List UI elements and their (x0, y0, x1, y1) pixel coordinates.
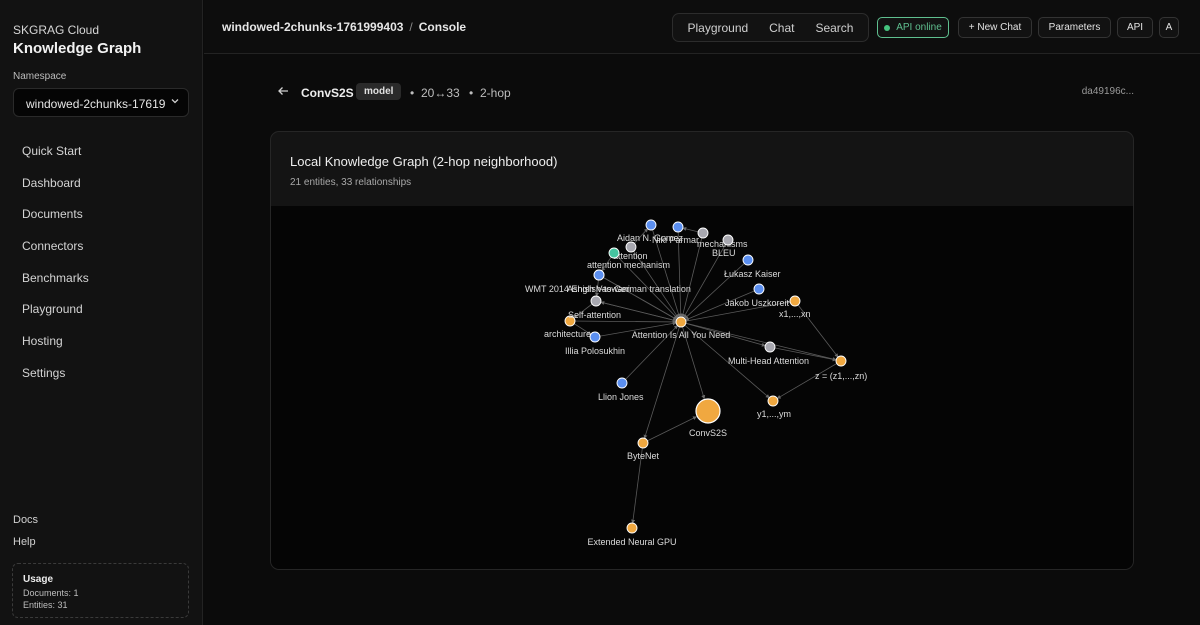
arrow-left-icon[interactable] (276, 84, 290, 98)
entity-counts: 20↔33 (421, 86, 460, 100)
graph-node-llion[interactable] (616, 377, 628, 389)
graph-node-mech[interactable] (697, 227, 709, 239)
graph-node-label: y1,...,ym (757, 409, 791, 419)
graph-node-label: BLEU (712, 248, 736, 258)
graph-node-illia[interactable] (589, 331, 601, 343)
graph-node-z[interactable] (835, 355, 847, 367)
api-status-text: API online (896, 22, 942, 33)
graph-node-label: WMT 2014 English-to-German translation (525, 284, 691, 294)
usage-entities: Entities: 31 (23, 600, 68, 610)
graph-node-label: Extended Neural GPU (587, 537, 676, 547)
graph-card-subtitle: 21 entities, 33 relationships (290, 177, 412, 188)
graph-node-niki[interactable] (672, 221, 684, 233)
graph-node-jakob[interactable] (753, 283, 765, 295)
entity-id[interactable]: da49196c... (1082, 86, 1134, 97)
graph-node-label: attention mechanism (587, 260, 670, 270)
api-button[interactable]: API (1117, 17, 1153, 38)
usage-documents: Documents: 1 (23, 588, 79, 598)
graph-node-label: Multi-Head Attention (728, 356, 809, 366)
graph-edge (680, 321, 837, 361)
app-root: SKGRAG Cloud Knowledge Graph Namespace w… (0, 0, 1200, 625)
graph-node-attmech[interactable] (608, 247, 620, 259)
usage-box: Usage Documents: 1 Entities: 31 (12, 563, 189, 618)
avatar[interactable]: A (1159, 17, 1179, 38)
graph-node-wmt[interactable] (593, 269, 605, 281)
sidebar-item-quick-start[interactable]: Quick Start (10, 138, 193, 170)
new-chat-button[interactable]: + New Chat (958, 17, 1032, 38)
graph-node-label: Łukasz Kaiser (724, 269, 781, 279)
graph-node-label: Attention Is All You Need (632, 330, 731, 340)
graph-node-y1[interactable] (767, 395, 779, 407)
sidebar-item-benchmarks[interactable]: Benchmarks (10, 265, 193, 297)
mode-switcher: Playground Chat Search (672, 13, 869, 42)
graph-node-label: Llion Jones (598, 392, 644, 402)
graph-node-label: architectures (544, 329, 596, 339)
sidebar: SKGRAG Cloud Knowledge Graph Namespace w… (0, 0, 203, 625)
brand-subtitle: SKGRAG Cloud (13, 23, 100, 37)
brand-title: Knowledge Graph (13, 40, 142, 57)
docs-link[interactable]: Docs (13, 514, 38, 526)
graph-node-bytenet[interactable] (637, 437, 649, 449)
graph-node-label: Self-attention (568, 310, 621, 320)
status-dot-icon (884, 24, 891, 31)
sidebar-item-settings[interactable]: Settings (10, 360, 193, 392)
graph-node-label: Niki Parmar (652, 235, 699, 245)
graph-canvas[interactable]: Attention Is All You Need ConvS2S ByteNet E… (271, 206, 1133, 570)
help-link[interactable]: Help (13, 536, 36, 548)
breadcrumb-separator: / (409, 20, 413, 34)
graph-node-mha[interactable] (764, 341, 776, 353)
graph-node-aidan[interactable] (645, 219, 657, 231)
breadcrumb-page: Console (418, 20, 467, 34)
graph-node-label: Illia Polosukhin (565, 346, 625, 356)
sidebar-item-playground[interactable]: Playground (10, 296, 193, 328)
breadcrumb: windowed-2chunks-1761999403 / Console (222, 20, 466, 34)
top-header: windowed-2chunks-1761999403 / Console Play… (204, 0, 1200, 54)
usage-title: Usage (23, 574, 54, 585)
graph-node-conv[interactable] (695, 398, 721, 424)
graph-node-lukasz[interactable] (742, 254, 754, 266)
tab-search[interactable]: Search (815, 21, 853, 35)
sidebar-item-connectors[interactable]: Connectors (10, 233, 193, 265)
api-status-badge: API online (877, 17, 949, 38)
namespace-label: Namespace (13, 71, 67, 82)
graph-node-label: z = (z1,...,zn) (815, 371, 867, 381)
entity-hops: 2-hop (480, 86, 511, 100)
entity-type-badge: model (356, 83, 402, 100)
graph-node-selfatt[interactable] (590, 295, 602, 307)
namespace-select[interactable]: windowed-2chunks-1761999403 (13, 88, 189, 117)
graph-node-label: x1,...,xn (779, 309, 811, 319)
graph-node-bleu[interactable] (722, 234, 734, 246)
graph-node-label: Jakob Uszkoreit (725, 298, 790, 308)
graph-edge (569, 319, 677, 324)
breadcrumb-namespace[interactable]: windowed-2chunks-1761999403 (222, 20, 403, 34)
graph-node-attn[interactable] (675, 316, 687, 328)
graph-node-label: ConvS2S (689, 428, 727, 438)
namespace-value: windowed-2chunks-1761999403 (26, 97, 166, 111)
graph-node-engpu[interactable] (626, 522, 638, 534)
tab-chat[interactable]: Chat (769, 21, 794, 35)
parameters-button[interactable]: Parameters (1038, 17, 1111, 38)
chevron-down-icon (171, 99, 179, 104)
entity-header: ConvS2S model • 20↔33 • 2-hop da49196c..… (270, 82, 1134, 102)
graph-card: Local Knowledge Graph (2-hop neighborhoo… (270, 131, 1134, 570)
meta-separator: • (469, 86, 474, 100)
sidebar-item-hosting[interactable]: Hosting (10, 328, 193, 360)
tab-playground[interactable]: Playground (687, 21, 748, 35)
graph-node-label: ByteNet (627, 451, 660, 461)
entity-name: ConvS2S (301, 86, 354, 100)
graph-node-x1[interactable] (789, 295, 801, 307)
sidebar-item-documents[interactable]: Documents (10, 201, 193, 233)
knowledge-graph[interactable]: Attention Is All You Need ConvS2S ByteNet E… (271, 206, 1133, 570)
sidebar-item-dashboard[interactable]: Dashboard (10, 170, 193, 202)
graph-card-title: Local Knowledge Graph (2-hop neighborhoo… (290, 154, 558, 169)
sidebar-nav: Quick Start Dashboard Documents Connecto… (10, 138, 193, 392)
meta-separator: • (410, 86, 415, 100)
